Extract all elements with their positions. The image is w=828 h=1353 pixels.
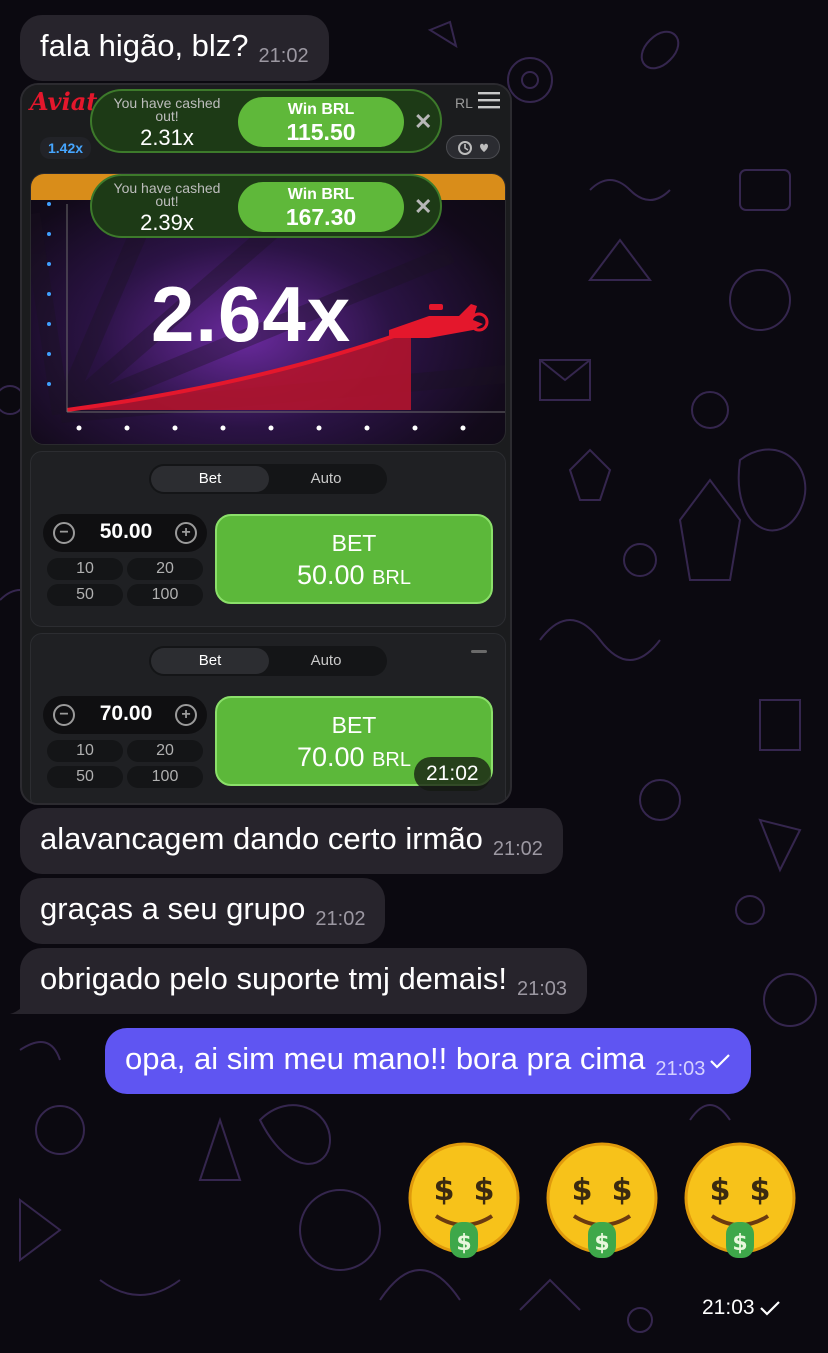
emoji-message-time: 21:03 xyxy=(702,1296,781,1320)
svg-text:$: $ xyxy=(710,1173,731,1208)
bet-mode-tabs: Bet Auto xyxy=(149,464,387,494)
quick-amount-button[interactable]: 50 xyxy=(47,584,123,606)
bet-button-currency: BRL xyxy=(372,567,411,589)
win-badge: Win BRL 115.50 xyxy=(238,97,404,147)
quick-amount-button[interactable]: 20 xyxy=(127,740,203,762)
message-text: obrigado pelo suporte tmj demais! xyxy=(40,961,507,996)
svg-text:$: $ xyxy=(456,1231,471,1256)
svg-text:$: $ xyxy=(594,1231,609,1256)
quick-amount-button[interactable]: 10 xyxy=(47,558,123,580)
image-message-time: 21:02 xyxy=(414,757,491,791)
decrease-button[interactable]: − xyxy=(53,704,75,726)
money-mouth-face-icon: $ $ $ xyxy=(546,1142,658,1258)
message-time: 21:02 xyxy=(258,45,309,67)
bet-panel: Bet Auto − 50.00 + 10 20 50 100 BET 50.0… xyxy=(30,451,506,627)
bet-button-currency: BRL xyxy=(372,749,411,771)
bet-button-amount-line: 50.00 BRL xyxy=(217,560,491,591)
message-bubble-incoming[interactable]: obrigado pelo suporte tmj demais! 21:03 xyxy=(20,948,588,1014)
bet-button-amount: 50.00 xyxy=(297,560,365,590)
message-time: 21:02 xyxy=(492,838,543,860)
message-bubble-incoming[interactable]: graças a seu grupo 21:02 xyxy=(20,878,386,944)
cashout-toast: You have cashed out! 2.31x Win BRL 115.5… xyxy=(90,89,442,153)
quick-amount-button[interactable]: 100 xyxy=(127,584,203,606)
quick-amount-button[interactable]: 10 xyxy=(47,740,123,762)
money-mouth-face-icon: $ $ $ xyxy=(408,1142,520,1258)
bet-amount[interactable]: 50.00 xyxy=(83,520,169,544)
bet-button-amount: 70.00 xyxy=(297,742,365,772)
svg-text:$: $ xyxy=(750,1173,771,1208)
bet-amount-stepper: − 50.00 + xyxy=(43,514,207,552)
history-button[interactable] xyxy=(446,135,500,159)
bet-amount[interactable]: 70.00 xyxy=(83,702,169,726)
quick-amount-button[interactable]: 100 xyxy=(127,766,203,788)
bet-mode-tabs: Bet Auto xyxy=(149,646,387,676)
bet-amount-stepper: − 70.00 + xyxy=(43,696,207,734)
quick-amount-button[interactable]: 20 xyxy=(127,558,203,580)
read-check-icon xyxy=(759,1301,780,1317)
bet-button-label: BET xyxy=(331,712,377,738)
message-bubble-incoming[interactable]: fala higão, blz? 21:02 xyxy=(20,15,329,81)
message-bubble-outgoing[interactable]: opa, ai sim meu mano!! bora pra cima 21:0… xyxy=(105,1028,752,1094)
message-time: 21:03 xyxy=(516,978,568,1000)
tab-auto[interactable]: Auto xyxy=(267,466,385,492)
bet-button[interactable]: BET 50.00 BRL xyxy=(215,514,493,604)
decrease-button[interactable]: − xyxy=(53,522,75,544)
message-time: 21:03 xyxy=(702,1296,755,1319)
read-check-icon xyxy=(710,1054,731,1069)
hamburger-menu-icon[interactable] xyxy=(478,91,500,109)
svg-text:$: $ xyxy=(612,1173,633,1208)
history-icon xyxy=(458,141,488,155)
win-amount: 167.30 xyxy=(285,204,357,230)
tab-bet[interactable]: Bet xyxy=(151,648,269,674)
win-amount: 115.50 xyxy=(286,119,356,145)
cashout-multiplier: 2.31x xyxy=(140,125,194,150)
remove-panel-button[interactable] xyxy=(471,650,487,653)
message-text: opa, ai sim meu mano!! bora pra cima xyxy=(125,1041,646,1076)
message-text: alavancagem dando certo irmão xyxy=(40,821,483,856)
close-icon[interactable]: ✕ xyxy=(414,194,432,220)
bet-button-label: BET xyxy=(331,530,377,556)
plane-icon xyxy=(389,304,489,338)
cashout-toast: You have cashed out! 2.39x Win BRL 167.3… xyxy=(90,174,442,238)
current-multiplier: 2.64x xyxy=(151,270,352,358)
svg-text:$: $ xyxy=(572,1173,593,1208)
image-message[interactable]: Aviator RL 1.42x 2.64x You have cashed o… xyxy=(20,83,512,805)
last-multiplier-badge: 1.42x xyxy=(40,137,92,159)
message-bubble-incoming[interactable]: alavancagem dando certo irmão 21:02 xyxy=(20,808,563,874)
tab-auto[interactable]: Auto xyxy=(267,648,385,674)
cashout-multiplier: 2.39x xyxy=(140,210,194,235)
win-label: Win BRL xyxy=(287,186,355,203)
message-time: 21:03 xyxy=(655,1058,706,1080)
win-badge: Win BRL 167.30 xyxy=(238,182,404,232)
cashout-message: You have cashed out! xyxy=(113,180,221,209)
quick-amount-button[interactable]: 50 xyxy=(47,766,123,788)
message-text: fala higão, blz? xyxy=(40,28,249,63)
message-text: graças a seu grupo xyxy=(40,891,306,926)
svg-text:$: $ xyxy=(434,1173,455,1208)
close-icon[interactable]: ✕ xyxy=(414,109,432,135)
win-label: Win BRL xyxy=(287,101,355,118)
money-mouth-face-icon: $ $ $ xyxy=(684,1142,796,1258)
cashout-message: You have cashed out! xyxy=(113,95,221,124)
svg-text:$: $ xyxy=(474,1173,495,1208)
increase-button[interactable]: + xyxy=(175,522,197,544)
increase-button[interactable]: + xyxy=(175,704,197,726)
message-time: 21:02 xyxy=(315,908,366,930)
currency-label: RL xyxy=(455,95,473,111)
svg-text:$: $ xyxy=(732,1231,747,1256)
tab-bet[interactable]: Bet xyxy=(151,466,269,492)
